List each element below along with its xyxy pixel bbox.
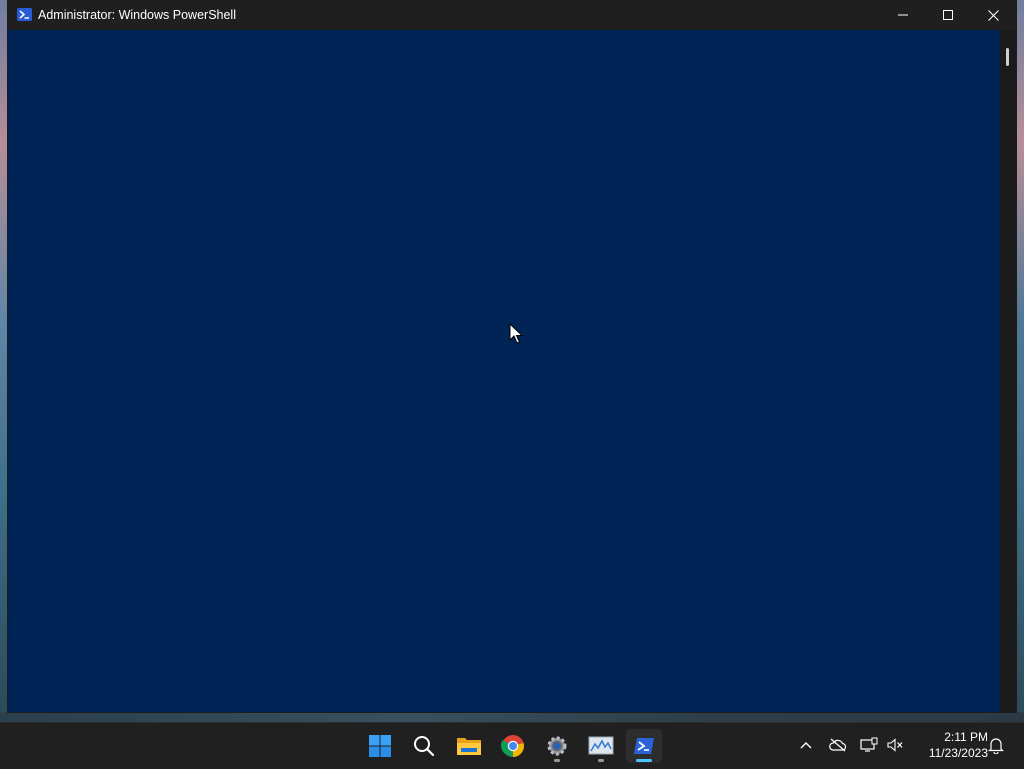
desktop-wallpaper-left [0,0,8,712]
console-area[interactable] [8,30,1000,712]
desktop-wallpaper-right [1016,0,1024,712]
windows-logo-icon [369,735,391,757]
taskbar: 2:11 PM 11/23/2023 [0,722,1024,769]
settings-button[interactable] [539,729,575,763]
resource-monitor-button[interactable] [583,729,619,763]
clock[interactable]: 2:11 PM 11/23/2023 [912,729,988,761]
clock-date: 11/23/2023 [928,746,988,760]
onedrive-tray-button[interactable] [828,735,848,755]
volume-tray-button[interactable] [885,735,905,755]
running-indicator [554,759,560,762]
vertical-scrollbar[interactable] [1000,30,1016,712]
file-explorer-button[interactable] [451,729,487,763]
scrollbar-thumb[interactable] [1006,48,1009,66]
powershell-icon [634,738,654,754]
clock-time: 2:11 PM [944,730,988,744]
gear-icon [547,736,567,756]
close-button[interactable] [970,0,1016,30]
minimize-button[interactable] [880,0,926,30]
network-icon [860,737,878,752]
powershell-icon [17,8,32,21]
cloud-offline-icon [829,738,847,752]
maximize-icon [943,10,953,20]
folder-icon [457,738,481,755]
mouse-pointer-icon [509,323,523,344]
notifications-button[interactable] [986,735,1006,755]
minimize-icon [898,14,908,16]
search-button[interactable] [406,729,442,763]
chrome-icon [501,735,524,757]
running-indicator [598,759,604,762]
chrome-button[interactable] [495,729,531,763]
window-title: Administrator: Windows PowerShell [38,8,236,22]
title-bar[interactable]: Administrator: Windows PowerShell [8,0,1016,30]
chevron-up-icon [800,742,812,749]
network-tray-button[interactable] [859,735,879,755]
desktop-wallpaper-bottom [0,712,1024,722]
powershell-taskbar-button[interactable] [626,729,662,763]
bell-icon [988,738,1004,754]
close-icon [987,9,999,21]
search-icon [414,736,435,757]
active-indicator [636,759,652,762]
start-button[interactable] [362,729,398,763]
show-hidden-icons-button[interactable] [796,735,816,755]
maximize-button[interactable] [925,0,971,30]
monitor-chart-icon [588,736,614,755]
powershell-window: Administrator: Windows PowerShell [8,0,1016,712]
speaker-muted-icon [887,738,903,752]
